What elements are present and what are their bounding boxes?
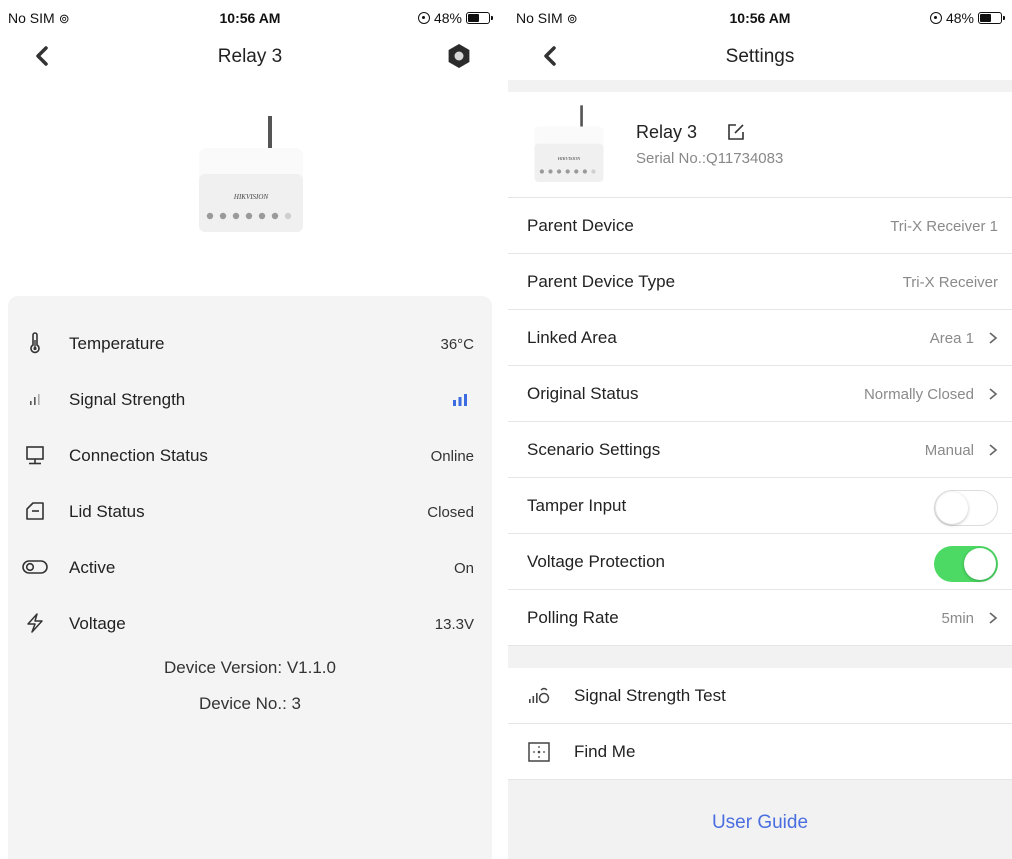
section-spacer [508, 80, 1012, 92]
setting-label: Original Status [527, 384, 639, 403]
setting-voltage-protection: Voltage Protection [508, 534, 1012, 590]
brand-label: HIKVISION [233, 193, 269, 201]
setting-label: Voltage Protection [527, 552, 665, 571]
battery-icon [978, 12, 1005, 24]
setting-polling-rate[interactable]: Polling Rate 5min [508, 590, 1012, 646]
battery-percent: 48% [945, 10, 974, 26]
setting-value: Normally Closed [863, 386, 974, 403]
tool-label: Find Me [574, 742, 636, 761]
setting-label: Parent Device [527, 216, 634, 235]
monitor-icon [26, 446, 44, 465]
chevron-right-icon [989, 612, 998, 624]
chevron-right-icon [989, 388, 998, 400]
signal-strength-bars [453, 394, 467, 406]
setting-value: Tri-X Receiver [902, 274, 998, 291]
setting-label: Linked Area [527, 328, 617, 347]
setting-linked-area[interactable]: Linked Area Area 1 [508, 310, 1012, 366]
setting-value: Manual [924, 442, 974, 459]
device-version: Device Version: V1.1.0 [164, 658, 336, 677]
setting-value: Tri-X Receiver 1 [890, 218, 998, 235]
orientation-lock-icon [417, 12, 430, 24]
battery-icon [466, 12, 493, 24]
setting-original-status[interactable]: Original Status Normally Closed [508, 366, 1012, 422]
settings-hexagon-icon[interactable] [446, 43, 472, 69]
section-spacer [508, 646, 1012, 668]
setting-value: Area 1 [929, 330, 974, 347]
setting-label: Parent Device Type [527, 272, 676, 291]
connection-status-value: Online [430, 448, 474, 465]
settings-screen: No SIM⊚ 10:56 AM 48% Settings HIKVISION [508, 0, 1012, 859]
tamper-input-toggle[interactable] [934, 490, 998, 526]
brand-label: HIKVISION [557, 156, 581, 161]
toggle-knob [936, 492, 968, 524]
temperature-value: 36°C [440, 336, 474, 353]
temperature-label: Temperature [69, 334, 165, 353]
page-title: Relay 3 [217, 46, 283, 67]
device-number: Device No.: 3 [198, 694, 302, 713]
setting-scenario-settings[interactable]: Scenario Settings Manual [508, 422, 1012, 478]
info-row-active: Active On [8, 540, 492, 596]
relay-device-image: HIKVISION [199, 116, 303, 232]
toggle-icon [22, 560, 48, 574]
signal-bars-icon [30, 394, 40, 405]
page-title: Settings [725, 46, 795, 67]
signal-strength-label: Signal Strength [69, 390, 186, 409]
status-bar: No SIM ⊚ 10:56 AM 48% [0, 0, 500, 36]
user-guide-link[interactable]: User Guide [508, 812, 1012, 834]
user-guide-section: User Guide [508, 780, 1012, 859]
battery-percent: 48% [433, 10, 462, 26]
device-info-panel: Temperature 36°C Signal Strength Connect… [8, 296, 492, 859]
toggle-knob [964, 548, 996, 580]
voltage-value: 13.3V [434, 616, 474, 633]
lid-icon [26, 502, 44, 520]
setting-tamper-input: Tamper Input [508, 478, 1012, 534]
chevron-right-icon [989, 444, 998, 456]
orientation-lock-icon [929, 12, 942, 24]
thermometer-icon [30, 332, 40, 354]
setting-label: Tamper Input [527, 496, 627, 515]
nav-bar: Settings [508, 36, 1012, 80]
battery-status: 48% [417, 10, 493, 26]
device-card: HIKVISION Relay 3 Serial No.:Q11734083 [508, 92, 1012, 198]
lid-status-value: Closed [427, 504, 474, 521]
find-me-button[interactable]: Find Me [508, 724, 1012, 780]
battery-status: 48% [929, 10, 1005, 26]
signal-test-icon [529, 687, 550, 704]
chevron-right-icon [989, 332, 998, 344]
info-row-signal: Signal Strength [8, 372, 492, 428]
signal-strength-test-button[interactable]: Signal Strength Test [508, 668, 1012, 724]
edit-icon[interactable] [726, 122, 746, 142]
relay-detail-screen: No SIM⊚ 10:56 AM 48% Relay 3 HIKVISION [0, 0, 500, 859]
active-label: Active [69, 558, 116, 577]
info-row-voltage: Voltage 13.3V [8, 596, 492, 652]
setting-parent-device: Parent Device Tri-X Receiver 1 [508, 198, 1012, 254]
setting-label: Scenario Settings [527, 440, 661, 459]
info-row-lid: Lid Status Closed [8, 484, 492, 540]
lightning-icon [27, 613, 43, 633]
serial-number: Serial No.:Q11734083 [636, 150, 784, 167]
lid-status-label: Lid Status [69, 502, 145, 521]
connection-status-label: Connection Status [69, 446, 208, 465]
device-name: Relay 3 [636, 122, 698, 142]
nav-bar: Relay 3 [0, 36, 500, 80]
status-bar: No SIM ⊚ 10:56 AM 48% [508, 0, 1012, 36]
voltage-label: Voltage [69, 614, 126, 633]
voltage-protection-toggle[interactable] [934, 546, 998, 582]
active-value: On [453, 560, 474, 577]
info-row-connection: Connection Status Online [8, 428, 492, 484]
find-me-icon [528, 742, 550, 762]
info-row-temperature: Temperature 36°C [8, 316, 492, 372]
setting-label: Polling Rate [527, 608, 619, 627]
setting-value: 5min [941, 610, 974, 627]
tool-label: Signal Strength Test [574, 686, 726, 705]
relay-device-thumbnail: HIKVISION [534, 105, 604, 183]
setting-parent-device-type: Parent Device Type Tri-X Receiver [508, 254, 1012, 310]
